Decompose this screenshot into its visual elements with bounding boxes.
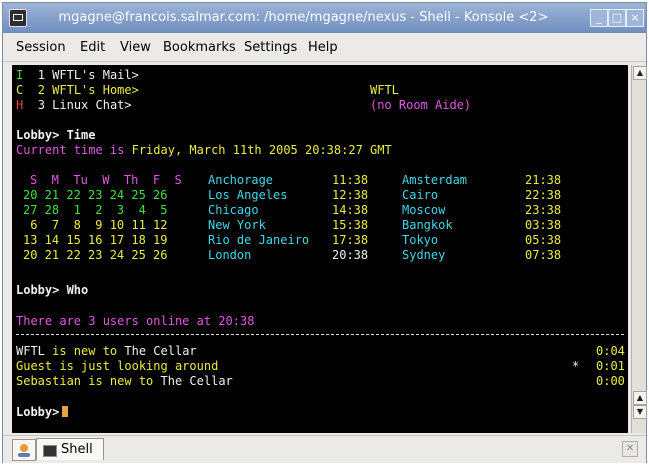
title-bar[interactable]: mgagne@francois.salmar.com: /home/mgagne… [3,3,646,33]
prompt-who: Lobby> Who [16,283,89,297]
current-time-line: Current time is Friday, March 11th 2005 … [16,143,392,157]
minimize-button[interactable]: _ [590,9,608,27]
city-time: 11:38 [332,173,369,187]
scroll-up-icon[interactable]: ▲ [633,391,647,405]
menu-view[interactable]: View [120,40,151,55]
menu-bar: Session Edit View Bookmarks Settings Hel… [3,33,646,62]
city-name: London [208,248,252,262]
user-row: Guest is just looking around [16,359,219,373]
calendar-week: 20 21 22 23 24 25 26 [23,248,168,262]
menu-help[interactable]: Help [308,40,338,55]
new-session-button[interactable] [12,439,36,461]
city-name: Rio de Janeiro [208,233,310,247]
current-time-value: Friday, March 11th 2005 20:38:27 GMT [131,143,392,157]
user-marker: * [572,359,580,373]
terminal-screen[interactable]: I 1 WFTL's Mail> C 2 WFTL's Home> H 3 Li… [12,65,628,433]
room-aide: (no Room Aide) [370,98,472,112]
users-online-line: There are 3 users online at 20:38 [16,314,255,328]
prompt-line: Lobby> [16,405,69,420]
header-row-3: H 3 Linux Chat> [16,98,132,112]
city-name: Los Angeles [208,188,288,202]
calendar-header: S M Tu W Th F S [30,173,182,187]
idle-time: 0:04 [596,344,625,358]
new-session-icon [18,444,30,457]
city-name: Anchorage [208,173,274,187]
header-row-1: I 1 WFTL's Mail> [16,68,139,82]
separator-line [16,334,624,335]
city-name: Bangkok [402,218,453,232]
city-name: Cairo [402,188,439,202]
city-time: 17:38 [332,233,369,247]
calendar-week: 6 7 8 9 10 11 12 [23,218,168,232]
close-button[interactable]: × [626,9,644,27]
city-time: 07:38 [525,248,562,262]
header-key: C [16,83,24,97]
calendar-week: 27 28 1 2 3 4 5 [23,203,168,217]
tab-shell[interactable]: Shell [36,438,104,460]
konsole-window: mgagne@francois.salmar.com: /home/mgagne… [2,2,647,463]
user-row: Sebastian is new to The Cellar [16,374,233,388]
menu-bookmarks[interactable]: Bookmarks [163,40,236,55]
city-time: 22:38 [525,188,562,202]
city-time: 05:38 [525,233,562,247]
city-time: 21:38 [525,173,562,187]
scrollbar[interactable]: ▲ ▲ ▼ [631,65,647,433]
scroll-down-icon[interactable]: ▼ [633,405,647,419]
tab-bar: Shell ✕ [3,435,646,463]
scroll-up-icon[interactable]: ▲ [633,66,647,80]
menu-edit[interactable]: Edit [80,40,105,55]
text-cursor [62,406,69,417]
terminal-icon [43,445,57,457]
city-name: Amsterdam [402,173,468,187]
header-key: H [16,98,24,112]
city-time: 14:38 [332,203,369,217]
city-time: 03:38 [525,218,562,232]
city-name: Chicago [208,203,259,217]
prompt-time: Lobby> Time [16,128,96,142]
city-name: Sydney [402,248,446,262]
close-tab-icon[interactable]: ✕ [622,441,638,457]
header-row-2: C 2 WFTL's Home> [16,83,139,97]
maximize-button[interactable]: □ [608,9,626,27]
tab-label: Shell [61,442,93,457]
city-time: 23:38 [525,203,562,217]
menu-settings[interactable]: Settings [244,40,297,55]
city-name: Tokyo [402,233,439,247]
idle-time: 0:01 [596,359,625,373]
calendar-week: 13 14 15 16 17 18 19 [23,233,168,247]
window-title: mgagne@francois.salmar.com: /home/mgagne… [58,10,549,25]
city-time: 15:38 [332,218,369,232]
city-name: New York [208,218,266,232]
calendar-week: 20 21 22 23 24 25 26 [23,188,168,202]
menu-session[interactable]: Session [16,40,66,55]
terminal-app-icon[interactable] [9,9,27,27]
city-time: 12:38 [332,188,369,202]
user-row: WFTL is new to The Cellar [16,344,197,358]
city-time: 20:38 [332,248,369,262]
header-key: I [16,68,24,82]
city-name: Moscow [402,203,446,217]
idle-time: 0:00 [596,374,625,388]
room-name: WFTL [370,83,399,97]
